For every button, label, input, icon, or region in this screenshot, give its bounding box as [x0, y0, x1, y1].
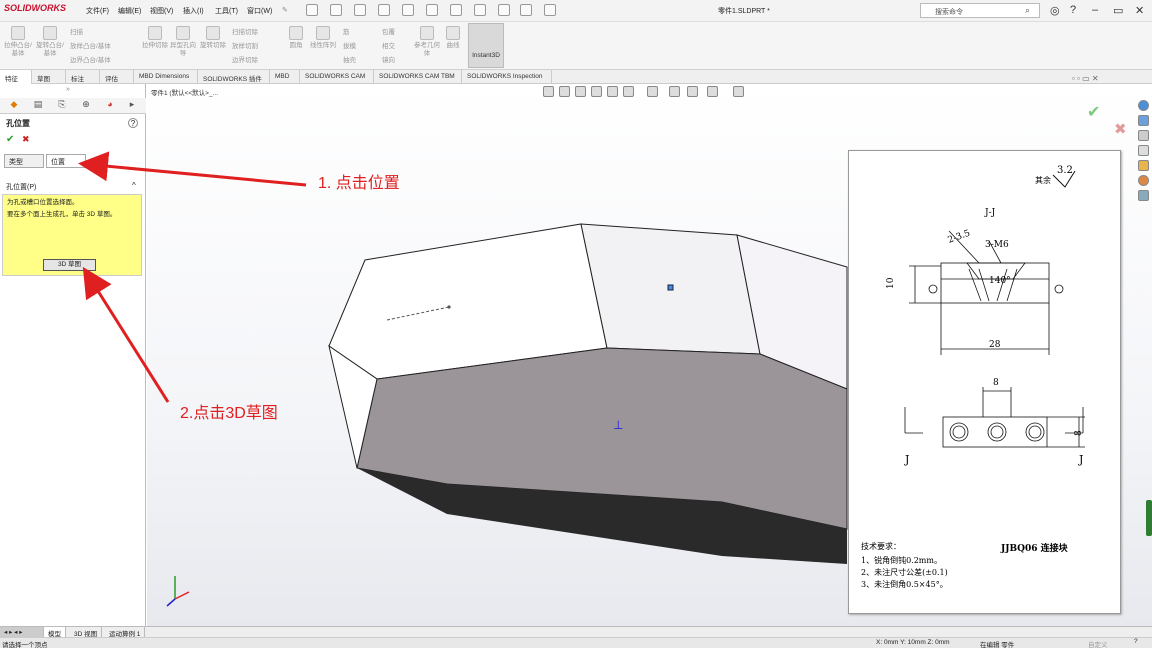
annotation-step-2: 2.点击3D草图 [180, 405, 278, 422]
help-status-icon[interactable]: ? [1134, 638, 1138, 645]
annotation-arrow-1 [78, 151, 307, 187]
annotation-overlay [78, 151, 307, 403]
annotation-arrow-2 [82, 266, 170, 403]
annotation-step-1: 1. 点击位置 [318, 175, 400, 192]
bottom-tabs: ◂ ▸ ◂ ▸ 模型 3D 视图 运动算例 1 [0, 626, 1152, 638]
status-coordinates: X: 0mm Y: 10mm Z: 0mm [876, 639, 950, 646]
status-bar: 请选择一个顶点 X: 0mm Y: 10mm Z: 0mm 在编辑 零件 自定义… [0, 637, 1152, 649]
